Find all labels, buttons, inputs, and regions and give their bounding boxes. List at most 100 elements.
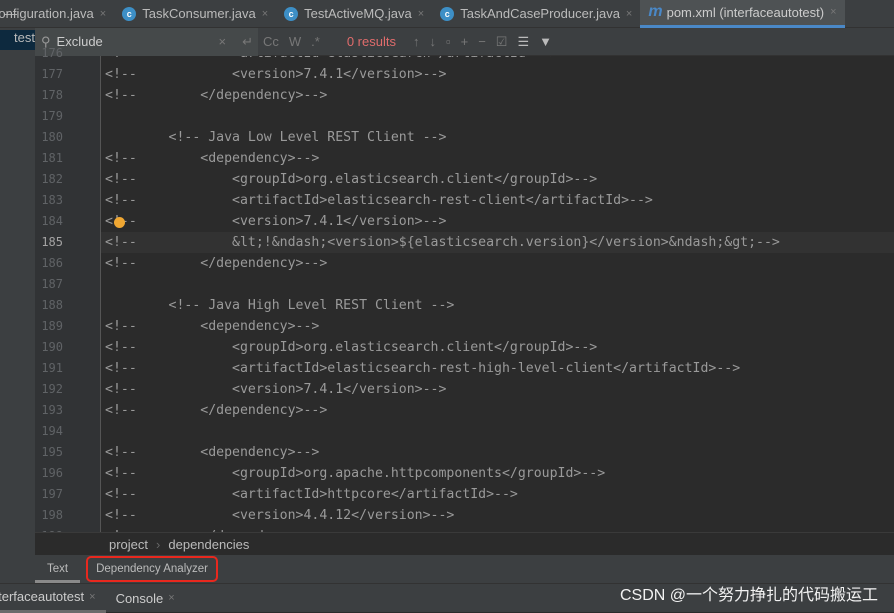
editor-mode-tabs: Text Dependency Analyzer xyxy=(35,555,894,583)
code-text: <!-- <version>4.4.12</version>--> xyxy=(105,508,455,523)
test-class-icon: c xyxy=(284,6,299,21)
class-icon: c xyxy=(122,6,137,21)
tab-pom[interactable]: m pom.xml (interfaceautotest) × xyxy=(640,0,845,28)
tab-label: TaskAndCaseProducer.java xyxy=(460,6,620,21)
code-line[interactable]: <!-- <groupId>org.apache.httpcomponents<… xyxy=(101,463,894,484)
line-number: 197 xyxy=(41,487,63,501)
class-icon: c xyxy=(440,6,455,21)
tab-text[interactable]: Text xyxy=(35,555,81,583)
tab-label: interfaceautotest xyxy=(0,589,85,604)
close-icon[interactable]: × xyxy=(168,592,174,604)
code-line[interactable]: <!-- <artifactId>elasticsearch</artifact… xyxy=(101,56,894,64)
newline-icon[interactable]: ↵ xyxy=(237,34,258,50)
code-line[interactable] xyxy=(101,421,894,442)
search-field[interactable]: ⚲ Exclude × ↵ xyxy=(35,27,258,56)
code-line[interactable]: <!-- <version>7.4.1</version>--> xyxy=(101,211,894,232)
tab-dependency-analyzer[interactable]: Dependency Analyzer xyxy=(86,556,218,582)
line-number: 190 xyxy=(41,340,63,354)
code-line[interactable]: <!-- <groupId>org.elasticsearch.client</… xyxy=(101,169,894,190)
close-icon[interactable]: × xyxy=(830,6,836,18)
close-icon[interactable]: × xyxy=(626,8,632,20)
code-text: <!-- <artifactId>elasticsearch</artifact… xyxy=(101,56,558,61)
code-line[interactable]: <!-- Java High Level REST Client --> xyxy=(101,295,894,316)
lightbulb-icon[interactable] xyxy=(114,217,125,228)
code-text: <!-- Java High Level REST Client --> xyxy=(105,298,455,313)
close-icon[interactable]: × xyxy=(89,591,95,603)
code-text: <!-- <version>7.4.1</version>--> xyxy=(105,382,447,397)
code-line[interactable]: <!-- <groupId>org.elasticsearch.client</… xyxy=(101,337,894,358)
code-line[interactable]: <!-- <artifactId>httpcore</artifactId>--… xyxy=(101,484,894,505)
line-number: 179 xyxy=(41,109,63,123)
code-text: <!-- <artifactId>elasticsearch-rest-clie… xyxy=(105,193,653,208)
code-line[interactable]: <!-- &lt;!&ndash;<version>${elasticsearc… xyxy=(101,232,894,253)
line-number: 178 xyxy=(41,88,63,102)
code-text: <!-- <artifactId>elasticsearch-rest-high… xyxy=(105,361,741,376)
project-label[interactable]: test xyxy=(0,30,35,50)
code-line[interactable]: <!-- <artifactId>elasticsearch-rest-high… xyxy=(101,358,894,379)
match-case-icon[interactable]: Cc xyxy=(258,34,284,49)
code-line[interactable] xyxy=(101,106,894,127)
search-input[interactable]: Exclude xyxy=(57,34,208,49)
tab-label: TaskConsumer.java xyxy=(142,6,256,21)
code-text: <!-- <dependency>--> xyxy=(105,319,320,334)
add-selection-icon[interactable]: + xyxy=(456,34,474,49)
filter-options-icon[interactable]: ☰ xyxy=(512,34,534,50)
line-number: 183 xyxy=(41,193,63,207)
code-text: <!-- <dependency>--> xyxy=(105,151,320,166)
code-line[interactable]: <!-- <dependency>--> xyxy=(101,442,894,463)
close-icon[interactable]: × xyxy=(418,8,424,20)
code-line[interactable]: <!-- <version>4.4.12</version>--> xyxy=(101,505,894,526)
tab-testactivemq[interactable]: c TestActiveMQ.java × xyxy=(276,0,432,28)
tab-run-interfaceautotest[interactable]: interfaceautotest × xyxy=(0,584,106,613)
tab-configuration[interactable]: Configuration.java × xyxy=(0,0,114,28)
code-line[interactable]: <!-- <version>7.4.1</version>--> xyxy=(101,64,894,85)
line-number: 193 xyxy=(41,403,63,417)
line-number: 192 xyxy=(41,382,63,396)
code-line[interactable]: <!-- <version>7.4.1</version>--> xyxy=(101,379,894,400)
select-all-icon[interactable]: ▫ xyxy=(441,34,456,49)
regex-icon[interactable]: .* xyxy=(306,34,325,49)
code-line[interactable]: <!-- </dependency>--> xyxy=(101,85,894,106)
code-line[interactable]: <!-- </dependency>--> xyxy=(101,400,894,421)
code-text: <!-- &lt;!&ndash;<version>${elasticsearc… xyxy=(105,235,780,250)
toggle-selection-icon[interactable]: ☑ xyxy=(491,34,513,50)
code-text: <!-- <groupId>org.apache.httpcomponents<… xyxy=(105,466,606,481)
code-line[interactable]: <!-- <artifactId>elasticsearch-rest-clie… xyxy=(101,190,894,211)
next-occurrence-icon[interactable]: ↓ xyxy=(424,34,441,49)
filter-icon[interactable]: ▼ xyxy=(534,34,557,49)
previous-occurrence-icon[interactable]: ↑ xyxy=(408,34,425,49)
code-editor[interactable]: <!-- <artifactId>elasticsearch</artifact… xyxy=(101,56,894,532)
code-text: <!-- Java Low Level REST Client --> xyxy=(105,130,447,145)
breadcrumb: project › dependencies xyxy=(35,532,894,555)
tab-taskandcaseproducer[interactable]: c TaskAndCaseProducer.java × xyxy=(432,0,640,28)
tab-console[interactable]: Console × xyxy=(106,584,185,613)
line-number: 180 xyxy=(41,130,63,144)
code-text: <!-- <version>7.4.1</version>--> xyxy=(105,67,447,82)
breadcrumb-project[interactable]: project xyxy=(109,537,148,552)
line-number: 191 xyxy=(41,361,63,375)
project-panel-strip xyxy=(0,28,35,583)
remove-selection-icon[interactable]: − xyxy=(473,34,491,49)
maven-icon: m xyxy=(648,3,663,20)
line-number: 181 xyxy=(41,151,63,165)
clear-icon[interactable]: × xyxy=(214,34,232,49)
code-line[interactable]: <!-- </dependency>--> xyxy=(101,253,894,274)
line-number: 186 xyxy=(41,256,63,270)
words-icon[interactable]: W xyxy=(284,34,306,49)
code-text: <!-- <artifactId>httpcore</artifactId>--… xyxy=(105,487,518,502)
code-line[interactable]: <!-- <dependency>--> xyxy=(101,148,894,169)
code-text: <!-- <dependency>--> xyxy=(105,445,320,460)
tab-taskconsumer[interactable]: c TaskConsumer.java × xyxy=(114,0,276,28)
close-icon[interactable]: × xyxy=(100,8,106,20)
tab-label: Configuration.java xyxy=(0,6,94,21)
breadcrumb-dependencies[interactable]: dependencies xyxy=(168,537,249,552)
code-line[interactable]: <!-- <dependency>--> xyxy=(101,316,894,337)
line-number: 187 xyxy=(41,277,63,291)
results-count: 0 results xyxy=(346,34,396,49)
code-line[interactable] xyxy=(101,274,894,295)
close-icon[interactable]: × xyxy=(262,8,268,20)
code-text: <!-- </dependency>--> xyxy=(105,88,328,103)
line-number: 177 xyxy=(41,67,63,81)
code-line[interactable]: <!-- Java Low Level REST Client --> xyxy=(101,127,894,148)
